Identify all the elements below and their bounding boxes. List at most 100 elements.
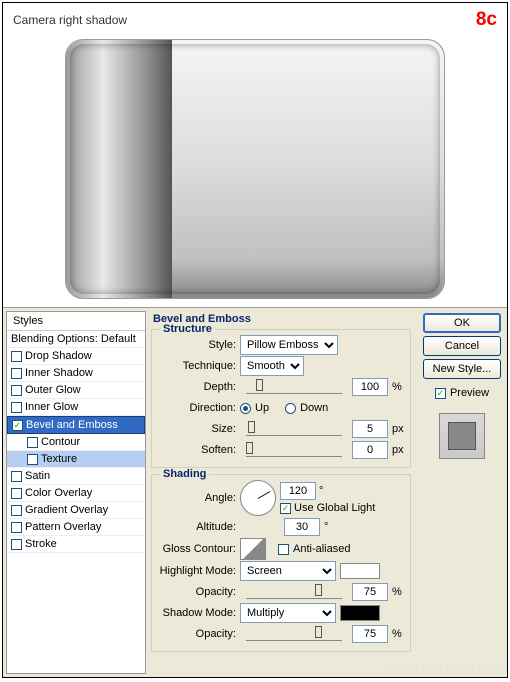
angle-label: Angle: xyxy=(158,492,236,504)
soften-label: Soften: xyxy=(158,444,236,456)
up-label: Up xyxy=(255,402,269,414)
cancel-button[interactable]: Cancel xyxy=(423,336,501,356)
canvas-preview xyxy=(65,39,445,299)
style-label: Inner Glow xyxy=(25,401,78,413)
shading-group: Shading Angle: ° ✓ Use Global Light Alti… xyxy=(151,474,411,652)
shading-label: Shading xyxy=(160,468,209,480)
size-label: Size: xyxy=(158,423,236,435)
style-checkbox[interactable] xyxy=(11,505,22,516)
layer-style-dialog: Styles Blending Options: Default Drop Sh… xyxy=(3,307,507,677)
step-label: 8c xyxy=(476,9,497,31)
aa-label: Anti-aliased xyxy=(293,543,350,555)
angle-dial[interactable] xyxy=(240,480,276,516)
technique-label: Technique: xyxy=(158,360,236,372)
structure-group: Structure Style: Pillow Emboss Technique… xyxy=(151,329,411,468)
blending-options[interactable]: Blending Options: Default xyxy=(7,331,145,348)
depth-unit: % xyxy=(392,381,402,393)
h-opacity-input[interactable] xyxy=(352,583,388,601)
style-label: Texture xyxy=(41,453,77,465)
style-texture[interactable]: Texture xyxy=(7,451,145,468)
style-outer-glow[interactable]: Outer Glow xyxy=(7,382,145,399)
s-opacity-label: Opacity: xyxy=(158,628,236,640)
style-select[interactable]: Pillow Emboss xyxy=(240,335,338,355)
styles-header: Styles xyxy=(7,312,145,331)
style-checkbox[interactable] xyxy=(11,488,22,499)
h-opacity-label: Opacity: xyxy=(158,586,236,598)
angle-input[interactable] xyxy=(280,482,316,500)
style-label: Bevel and Emboss xyxy=(26,419,118,431)
style-inner-shadow[interactable]: Inner Shadow xyxy=(7,365,145,382)
depth-label: Depth: xyxy=(158,381,236,393)
style-checkbox[interactable] xyxy=(11,471,22,482)
new-style-button[interactable]: New Style... xyxy=(423,359,501,379)
size-input[interactable] xyxy=(352,420,388,438)
s-opacity-input[interactable] xyxy=(352,625,388,643)
style-checkbox[interactable] xyxy=(11,368,22,379)
style-label: Outer Glow xyxy=(25,384,81,396)
style-checkbox[interactable] xyxy=(11,522,22,533)
style-inner-glow[interactable]: Inner Glow xyxy=(7,399,145,416)
styles-list: Styles Blending Options: Default Drop Sh… xyxy=(6,311,146,674)
style-contour[interactable]: Contour xyxy=(7,434,145,451)
style-label: Satin xyxy=(25,470,50,482)
style-checkbox[interactable] xyxy=(27,437,38,448)
shadow-color-swatch[interactable] xyxy=(340,605,380,621)
style-stroke[interactable]: Stroke xyxy=(7,536,145,553)
preview-label: Preview xyxy=(450,387,489,399)
style-preview-swatch xyxy=(439,413,485,459)
altitude-input[interactable] xyxy=(284,518,320,536)
style-label: Contour xyxy=(41,436,80,448)
smode-label: Shadow Mode: xyxy=(158,607,236,619)
style-pattern-overlay[interactable]: Pattern Overlay xyxy=(7,519,145,536)
style-label: Gradient Overlay xyxy=(25,504,108,516)
ugl-label: Use Global Light xyxy=(294,502,375,514)
style-checkbox[interactable]: ✓ xyxy=(12,420,23,431)
h-opacity-slider[interactable] xyxy=(246,585,342,599)
technique-select[interactable]: Smooth xyxy=(240,356,304,376)
down-label: Down xyxy=(300,402,328,414)
depth-input[interactable] xyxy=(352,378,388,396)
gloss-label: Gloss Contour: xyxy=(158,543,236,555)
highlight-color-swatch[interactable] xyxy=(340,563,380,579)
structure-label: Structure xyxy=(160,323,215,335)
use-global-light-checkbox[interactable]: ✓ xyxy=(280,503,291,514)
style-bevel-and-emboss[interactable]: ✓Bevel and Emboss xyxy=(7,416,145,434)
gloss-contour[interactable] xyxy=(240,538,266,560)
style-label: Style: xyxy=(158,339,236,351)
watermark: PS论坛:BBS.16XX8.COM xyxy=(386,660,501,675)
style-label: Pattern Overlay xyxy=(25,521,101,533)
style-gradient-overlay[interactable]: Gradient Overlay xyxy=(7,502,145,519)
depth-slider[interactable] xyxy=(246,380,342,394)
soften-input[interactable] xyxy=(352,441,388,459)
anti-aliased-checkbox[interactable] xyxy=(278,544,289,555)
soften-unit: px xyxy=(392,444,404,456)
direction-label: Direction: xyxy=(158,402,236,414)
direction-up-radio[interactable] xyxy=(240,403,251,414)
preview-checkbox[interactable]: ✓ xyxy=(435,388,446,399)
soften-slider[interactable] xyxy=(246,443,342,457)
s-opacity-slider[interactable] xyxy=(246,627,342,641)
style-label: Drop Shadow xyxy=(25,350,92,362)
style-checkbox[interactable] xyxy=(27,454,38,465)
size-slider[interactable] xyxy=(246,422,342,436)
style-label: Color Overlay xyxy=(25,487,92,499)
style-checkbox[interactable] xyxy=(11,385,22,396)
hmode-label: Highlight Mode: xyxy=(158,565,236,577)
deg1: ° xyxy=(319,485,323,497)
ok-button[interactable]: OK xyxy=(423,313,501,333)
shadow-mode-select[interactable]: Multiply xyxy=(240,603,336,623)
pct1: % xyxy=(392,586,402,598)
style-checkbox[interactable] xyxy=(11,402,22,413)
highlight-mode-select[interactable]: Screen xyxy=(240,561,336,581)
altitude-label: Altitude: xyxy=(158,521,236,533)
pct2: % xyxy=(392,628,402,640)
page-title: Camera right shadow xyxy=(13,13,127,27)
style-drop-shadow[interactable]: Drop Shadow xyxy=(7,348,145,365)
style-checkbox[interactable] xyxy=(11,539,22,550)
style-checkbox[interactable] xyxy=(11,351,22,362)
direction-down-radio[interactable] xyxy=(285,403,296,414)
size-unit: px xyxy=(392,423,404,435)
style-color-overlay[interactable]: Color Overlay xyxy=(7,485,145,502)
style-label: Stroke xyxy=(25,538,57,550)
style-satin[interactable]: Satin xyxy=(7,468,145,485)
